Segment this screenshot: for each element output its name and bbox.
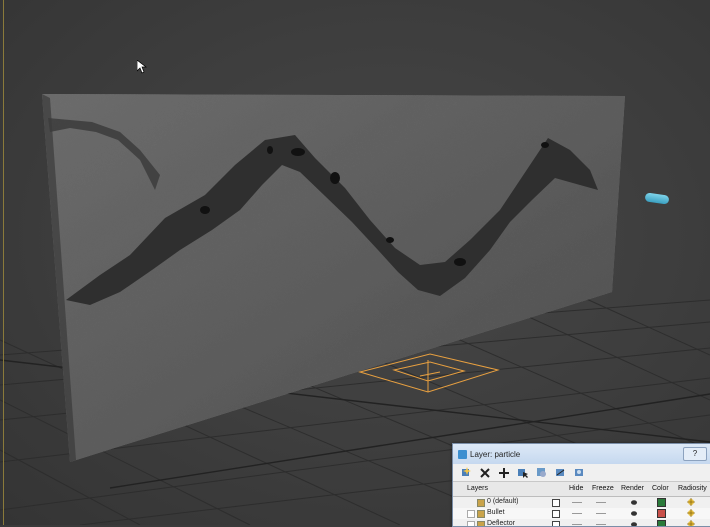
expand-toggle[interactable] xyxy=(467,510,475,518)
create-layer-icon[interactable] xyxy=(459,466,472,479)
layer-row[interactable]: Bullet xyxy=(453,508,710,519)
layer-icon xyxy=(477,521,485,526)
render-teapot-icon[interactable] xyxy=(630,499,638,505)
column-radiosity[interactable]: Radiosity xyxy=(678,485,707,492)
add-selection-icon[interactable] xyxy=(497,466,510,479)
freeze-all-icon[interactable] xyxy=(573,466,586,479)
select-objects-icon[interactable] xyxy=(516,466,529,479)
dialog-title: Layer: particle xyxy=(470,449,521,459)
radiosity-icon[interactable] xyxy=(686,520,696,527)
column-hide[interactable]: Hide xyxy=(569,485,583,492)
layer-row[interactable]: 0 (default) xyxy=(453,497,710,508)
layer-color-swatch[interactable] xyxy=(657,520,666,526)
mouse-cursor-icon xyxy=(137,60,147,74)
app-icon xyxy=(458,449,467,459)
help-button[interactable]: ? xyxy=(683,447,707,461)
hide-dash xyxy=(572,502,582,503)
freeze-dash[interactable] xyxy=(596,513,606,514)
render-teapot-icon[interactable] xyxy=(630,510,638,516)
column-render[interactable]: Render xyxy=(621,485,644,492)
render-teapot-icon[interactable] xyxy=(630,521,638,527)
hide-checkbox[interactable] xyxy=(552,499,560,507)
layer-name[interactable]: 0 (default) xyxy=(487,498,519,505)
layer-color-swatch[interactable] xyxy=(657,498,666,507)
hide-checkbox[interactable] xyxy=(552,510,560,518)
layer-icon xyxy=(477,499,485,507)
hide-all-icon[interactable] xyxy=(554,466,567,479)
layer-toolbar xyxy=(453,464,710,482)
freeze-dash[interactable] xyxy=(596,502,606,503)
layer-color-swatch[interactable] xyxy=(657,509,666,518)
viewport-active-border xyxy=(3,0,4,525)
delete-layer-icon[interactable] xyxy=(478,466,491,479)
hide-dash xyxy=(572,513,582,514)
layer-icon xyxy=(477,510,485,518)
layer-name[interactable]: Deflector xyxy=(487,520,515,526)
expand-toggle[interactable] xyxy=(467,521,475,526)
highlight-layer-icon[interactable] xyxy=(535,466,548,479)
column-layers[interactable]: Layers xyxy=(467,485,488,492)
dialog-titlebar[interactable]: Layer: particle ? xyxy=(453,444,710,464)
radiosity-icon[interactable] xyxy=(686,498,696,506)
column-color[interactable]: Color xyxy=(652,485,669,492)
layer-row[interactable]: Deflector xyxy=(453,519,710,527)
hide-checkbox[interactable] xyxy=(552,521,560,526)
layer-manager-dialog[interactable]: Layer: particle ? Layers Hide Freeze Ren… xyxy=(452,443,710,527)
layer-name[interactable]: Bullet xyxy=(487,509,505,516)
column-freeze[interactable]: Freeze xyxy=(592,485,614,492)
radiosity-icon[interactable] xyxy=(686,509,696,517)
layer-column-headers: Layers Hide Freeze Render Color Radiosit… xyxy=(453,482,710,497)
